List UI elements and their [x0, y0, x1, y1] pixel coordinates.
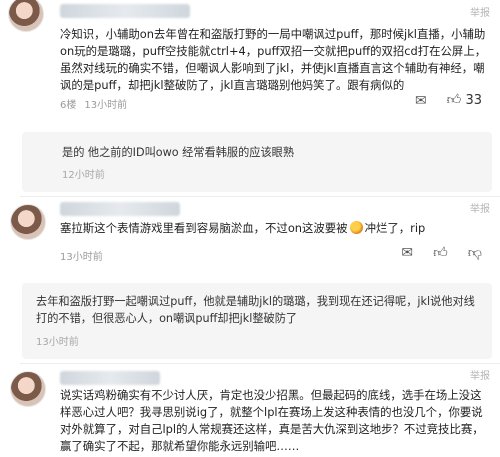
like-count: 33 [465, 93, 482, 108]
avatar[interactable] [10, 204, 46, 240]
report-button[interactable]: 举报 [470, 4, 490, 19]
reply-timestamp: 13小时前 [36, 337, 79, 348]
reply-quote-1[interactable]: 是的 他之前的ID叫owo 经常看韩服的应该眼熟 12小时前 [22, 132, 492, 192]
thumbs-down-icon[interactable]: 👎︎ [468, 246, 482, 260]
like-button[interactable]: 👍︎ 33 [447, 93, 482, 108]
floor-number: 6楼 [60, 100, 77, 111]
report-button[interactable]: 举报 [470, 200, 490, 215]
comment-icon[interactable]: ✉ [401, 246, 413, 260]
reply-text: 是的 他之前的ID叫owo 经常看韩服的应该眼熟 [62, 146, 295, 159]
avatar[interactable] [8, 0, 44, 32]
comment-actions: ✉ 👍︎ 👎︎ [401, 246, 482, 260]
comment-icon[interactable]: ✉ [415, 94, 427, 108]
divider [20, 196, 500, 197]
username-blurred[interactable] [60, 202, 180, 216]
comment-meta: 6楼 13小时前 [60, 96, 127, 111]
divider [20, 363, 500, 364]
comment-text: 说实话鸡粉确实有不少讨人厌，肯定也没少招黑。但最起码的底线，选手在场上没这样恶心… [60, 388, 484, 453]
username-blurred[interactable] [60, 371, 160, 385]
reply-quote-2[interactable]: 去年和盗版打野一起嘲讽过puff，他就是辅助jkl的璐璐，我到现在还记得呢，jk… [22, 283, 492, 359]
timestamp: 13小时前 [60, 252, 103, 263]
report-button[interactable]: 举报 [470, 367, 490, 382]
comment-text: 冷知识，小辅助on去年曾在和盗版打野的一局中嘲讽过puff，那时候jkl直播，小… [60, 27, 487, 92]
timestamp: 13小时前 [84, 100, 128, 111]
reply-timestamp: 12小时前 [62, 170, 105, 181]
comment-meta: 13小时前 [60, 248, 103, 263]
emoji-icon [349, 221, 363, 234]
avatar[interactable] [10, 371, 46, 407]
comment-text-part2: 冲烂了，rip [364, 221, 426, 235]
comment-actions: ✉ 👍︎ 33 [415, 93, 482, 108]
comment-text: 塞拉斯这个表情游戏里看到容易脑淤血，不过on这波要被 冲烂了，rip [60, 220, 490, 237]
comment-text-part1: 塞拉斯这个表情游戏里看到容易脑淤血，不过on这波要被 [60, 221, 348, 235]
username-blurred[interactable] [60, 4, 190, 18]
reply-text: 去年和盗版打野一起嘲讽过puff，他就是辅助jkl的璐璐，我到现在还记得呢，jk… [36, 295, 475, 325]
thumbs-up-icon: 👍︎ [446, 92, 462, 108]
thumbs-up-icon[interactable]: 👍︎ [433, 246, 448, 260]
